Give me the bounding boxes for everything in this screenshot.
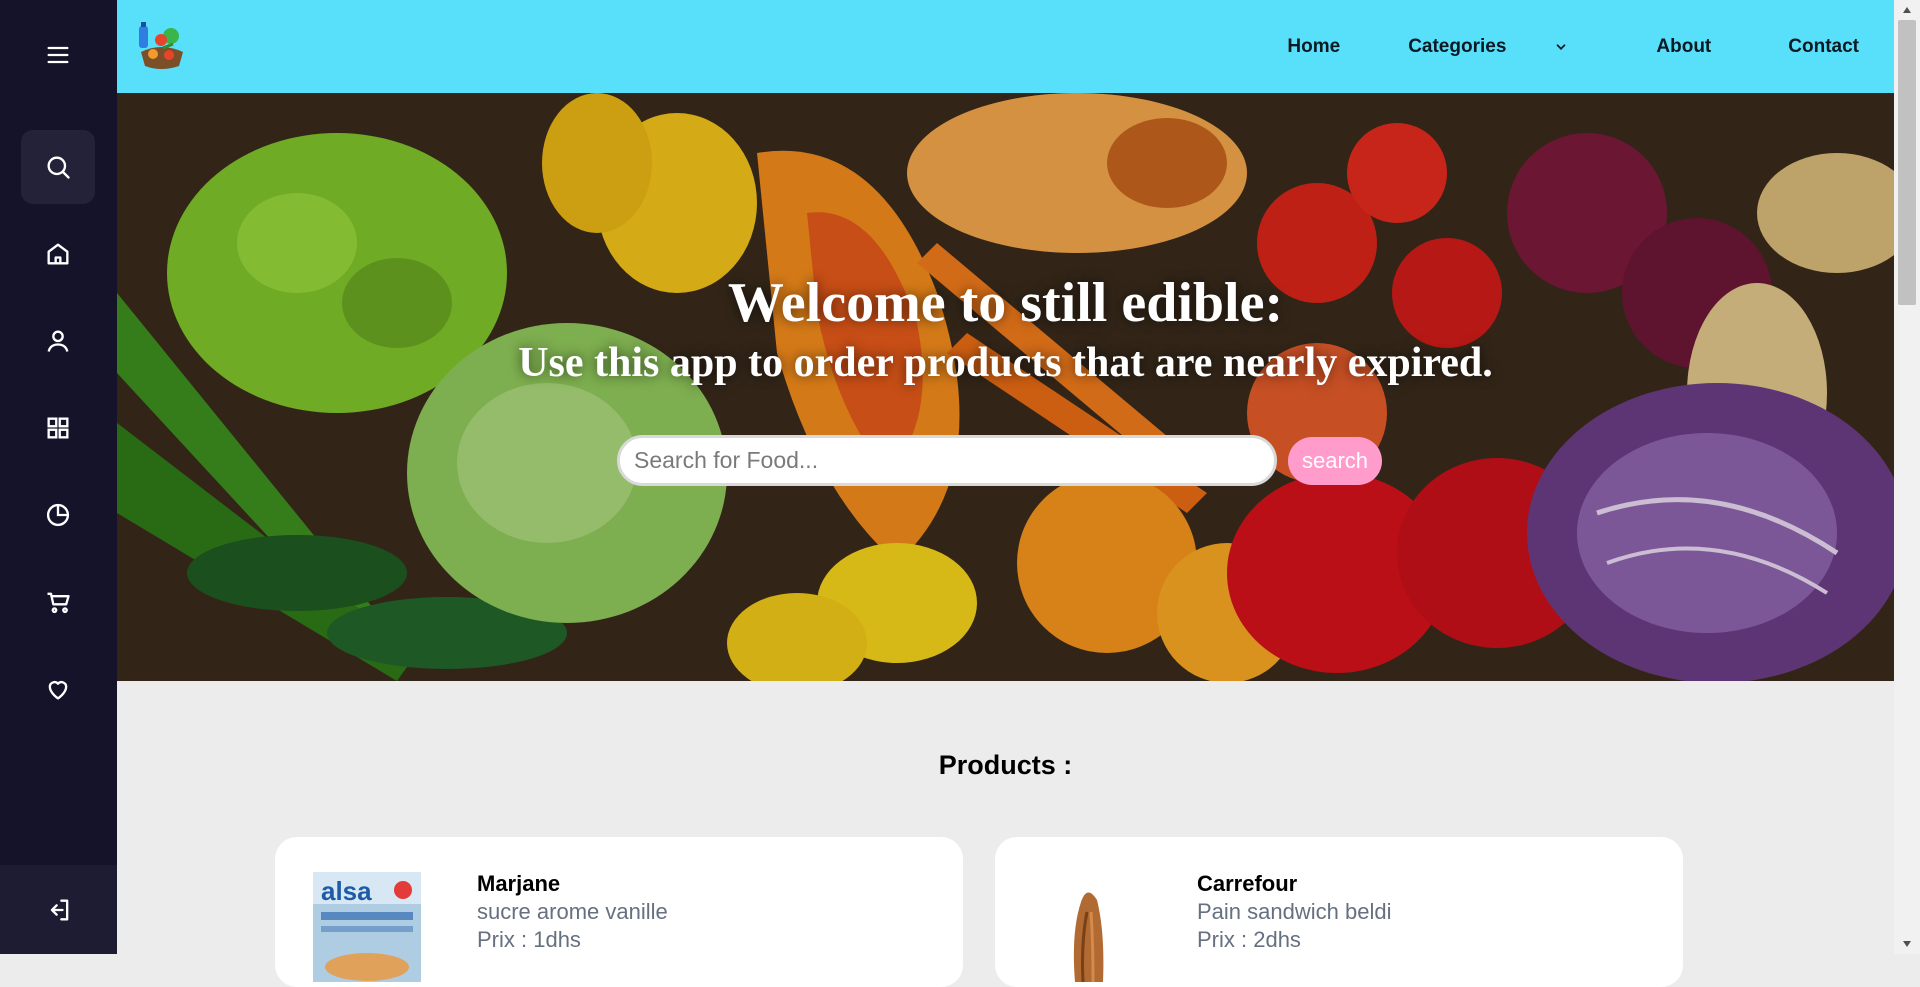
hero-title: Welcome to still edible:: [727, 272, 1284, 334]
product-price: Prix : 2dhs: [1197, 927, 1301, 952]
nav-categories-label: Categories: [1408, 35, 1507, 57]
product-name: sucre arome vanille: [477, 899, 668, 924]
product-card[interactable]: alsa Marjane sucre arome vanille Prix : …: [275, 837, 963, 987]
nav-home-link[interactable]: Home: [1287, 36, 1340, 58]
product-image: [1073, 892, 1104, 982]
search-icon[interactable]: [21, 130, 95, 204]
sidebar: [0, 0, 117, 954]
nav-categories-dropdown[interactable]: Categories: [1408, 36, 1568, 58]
vegetables-background-image: [117, 93, 1894, 681]
product-image-brand: alsa: [321, 876, 372, 906]
product-image: alsa: [311, 872, 423, 982]
scroll-up-arrow-icon[interactable]: [1894, 0, 1920, 20]
user-icon[interactable]: [21, 304, 95, 378]
food-search-input[interactable]: [617, 435, 1277, 486]
home-icon[interactable]: [21, 217, 95, 291]
hero-banner: Welcome to still edible: Use this app to…: [117, 93, 1894, 681]
main-nav: Home Categories About Contact: [1287, 0, 1894, 93]
nav-contact-link[interactable]: Contact: [1788, 36, 1859, 58]
chevron-down-icon: [1554, 40, 1568, 54]
top-navbar: Home Categories About Contact: [117, 0, 1894, 93]
page-scrollbar[interactable]: [1894, 0, 1920, 954]
heart-icon[interactable]: [21, 652, 95, 726]
logout-icon: [50, 899, 68, 920]
nav-about-link[interactable]: About: [1656, 36, 1711, 58]
pie-chart-icon[interactable]: [21, 478, 95, 552]
product-card[interactable]: Carrefour Pain sandwich beldi Prix : 2dh…: [995, 837, 1683, 987]
hero-subtitle: Use this app to order products that are …: [518, 340, 1493, 386]
search-button[interactable]: search: [1288, 437, 1382, 485]
grid-icon[interactable]: [21, 391, 95, 465]
app-logo[interactable]: [133, 18, 189, 74]
scroll-down-arrow-icon[interactable]: [1894, 934, 1920, 954]
logout-button[interactable]: [0, 865, 117, 954]
scrollbar-thumb[interactable]: [1898, 20, 1916, 305]
product-store: Marjane: [477, 871, 561, 896]
products-heading: Products :: [938, 750, 1073, 780]
menu-icon[interactable]: [21, 18, 95, 92]
product-store: Carrefour: [1197, 871, 1298, 896]
product-name: Pain sandwich beldi: [1197, 899, 1392, 924]
cart-icon[interactable]: [21, 565, 95, 639]
product-price: Prix : 1dhs: [477, 927, 581, 952]
